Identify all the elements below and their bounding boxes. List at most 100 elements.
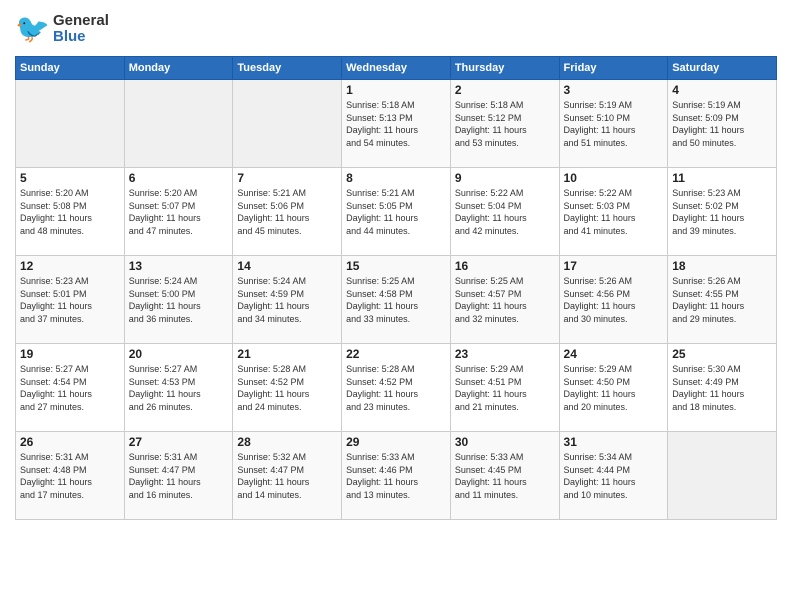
day-number: 2	[455, 83, 555, 97]
day-number: 19	[20, 347, 120, 361]
day-number: 18	[672, 259, 772, 273]
calendar-cell: 15 Sunrise: 5:25 AM Sunset: 4:58 PM Dayli…	[342, 256, 451, 344]
day-number: 16	[455, 259, 555, 273]
day-info: Sunrise: 5:25 AM Sunset: 4:57 PM Dayligh…	[455, 275, 555, 325]
calendar-cell: 11Sunrise: 5:23 AM Sunset: 5:02 PM Dayli…	[668, 168, 777, 256]
day-number: 8	[346, 171, 446, 185]
day-number: 12	[20, 259, 120, 273]
day-info: Sunrise: 5:23 AM Sunset: 5:01 PM Dayligh…	[20, 275, 120, 325]
calendar-cell: 1 Sunrise: 5:18 AM Sunset: 5:13 PM Daylig…	[342, 80, 451, 168]
calendar-cell	[124, 80, 233, 168]
day-number: 4	[672, 83, 772, 97]
day-number: 27	[129, 435, 229, 449]
calendar-cell: 5 Sunrise: 5:20 AM Sunset: 5:08 PM Daylig…	[16, 168, 125, 256]
calendar-cell: 28 Sunrise: 5:32 AM Sunset: 4:47 PM Dayli…	[233, 432, 342, 520]
day-number: 14	[237, 259, 337, 273]
day-info: Sunrise: 5:32 AM Sunset: 4:47 PM Dayligh…	[237, 451, 337, 501]
calendar-cell	[668, 432, 777, 520]
week-row-4: 19Sunrise: 5:27 AM Sunset: 4:54 PM Dayli…	[16, 344, 777, 432]
logo: 🐦 General Blue	[15, 10, 109, 48]
day-number: 21	[237, 347, 337, 361]
day-info: Sunrise: 5:25 AM Sunset: 4:58 PM Dayligh…	[346, 275, 446, 325]
calendar-table: SundayMondayTuesdayWednesdayThursdayFrid…	[15, 56, 777, 520]
day-number: 24	[564, 347, 664, 361]
calendar-body: 1 Sunrise: 5:18 AM Sunset: 5:13 PM Daylig…	[16, 80, 777, 520]
calendar-cell: 26 Sunrise: 5:31 AM Sunset: 4:48 PM Dayli…	[16, 432, 125, 520]
day-info: Sunrise: 5:33 AM Sunset: 4:46 PM Dayligh…	[346, 451, 446, 501]
calendar-header: SundayMondayTuesdayWednesdayThursdayFrid…	[16, 57, 777, 80]
calendar-cell: 9 Sunrise: 5:22 AM Sunset: 5:04 PM Daylig…	[450, 168, 559, 256]
day-info: Sunrise: 5:22 AM Sunset: 5:03 PM Dayligh…	[564, 187, 664, 237]
calendar-cell: 17 Sunrise: 5:26 AM Sunset: 4:56 PM Dayli…	[559, 256, 668, 344]
day-info: Sunrise: 5:20 AM Sunset: 5:07 PM Dayligh…	[129, 187, 229, 237]
calendar-cell: 6 Sunrise: 5:20 AM Sunset: 5:07 PM Daylig…	[124, 168, 233, 256]
calendar-cell: 7 Sunrise: 5:21 AM Sunset: 5:06 PM Daylig…	[233, 168, 342, 256]
day-info: Sunrise: 5:18 AM Sunset: 5:13 PM Dayligh…	[346, 99, 446, 149]
day-number: 17	[564, 259, 664, 273]
day-number: 25	[672, 347, 772, 361]
header-day-wednesday: Wednesday	[342, 57, 451, 80]
svg-text:🐦: 🐦	[15, 13, 50, 44]
day-number: 23	[455, 347, 555, 361]
day-info: Sunrise: 5:22 AM Sunset: 5:04 PM Dayligh…	[455, 187, 555, 237]
day-info: Sunrise: 5:19 AM Sunset: 5:10 PM Dayligh…	[564, 99, 664, 149]
day-info: Sunrise: 5:24 AM Sunset: 5:00 PM Dayligh…	[129, 275, 229, 325]
calendar-cell	[233, 80, 342, 168]
calendar-cell: 23 Sunrise: 5:29 AM Sunset: 4:51 PM Dayli…	[450, 344, 559, 432]
calendar-cell	[16, 80, 125, 168]
header-day-thursday: Thursday	[450, 57, 559, 80]
day-number: 22	[346, 347, 446, 361]
day-number: 13	[129, 259, 229, 273]
day-number: 11	[672, 171, 772, 185]
calendar-cell: 8Sunrise: 5:21 AM Sunset: 5:05 PM Daylig…	[342, 168, 451, 256]
day-number: 9	[455, 171, 555, 185]
day-info: Sunrise: 5:31 AM Sunset: 4:47 PM Dayligh…	[129, 451, 229, 501]
day-number: 1	[346, 83, 446, 97]
calendar-cell: 18 Sunrise: 5:26 AM Sunset: 4:55 PM Dayli…	[668, 256, 777, 344]
calendar-cell: 24 Sunrise: 5:29 AM Sunset: 4:50 PM Dayli…	[559, 344, 668, 432]
day-info: Sunrise: 5:26 AM Sunset: 4:56 PM Dayligh…	[564, 275, 664, 325]
calendar-cell: 29Sunrise: 5:33 AM Sunset: 4:46 PM Dayli…	[342, 432, 451, 520]
header: 🐦 General Blue	[15, 10, 777, 48]
day-number: 3	[564, 83, 664, 97]
day-number: 28	[237, 435, 337, 449]
day-info: Sunrise: 5:33 AM Sunset: 4:45 PM Dayligh…	[455, 451, 555, 501]
day-number: 26	[20, 435, 120, 449]
calendar-cell: 2 Sunrise: 5:18 AM Sunset: 5:12 PM Daylig…	[450, 80, 559, 168]
day-info: Sunrise: 5:21 AM Sunset: 5:06 PM Dayligh…	[237, 187, 337, 237]
logo-general: General	[53, 13, 109, 30]
day-number: 10	[564, 171, 664, 185]
day-number: 7	[237, 171, 337, 185]
day-number: 31	[564, 435, 664, 449]
day-info: Sunrise: 5:30 AM Sunset: 4:49 PM Dayligh…	[672, 363, 772, 413]
header-day-friday: Friday	[559, 57, 668, 80]
day-info: Sunrise: 5:29 AM Sunset: 4:51 PM Dayligh…	[455, 363, 555, 413]
day-info: Sunrise: 5:29 AM Sunset: 4:50 PM Dayligh…	[564, 363, 664, 413]
day-number: 6	[129, 171, 229, 185]
calendar-cell: 12 Sunrise: 5:23 AM Sunset: 5:01 PM Dayli…	[16, 256, 125, 344]
day-number: 20	[129, 347, 229, 361]
day-number: 5	[20, 171, 120, 185]
calendar-cell: 14 Sunrise: 5:24 AM Sunset: 4:59 PM Dayli…	[233, 256, 342, 344]
day-info: Sunrise: 5:34 AM Sunset: 4:44 PM Dayligh…	[564, 451, 664, 501]
calendar-cell: 30Sunrise: 5:33 AM Sunset: 4:45 PM Dayli…	[450, 432, 559, 520]
calendar-cell: 22Sunrise: 5:28 AM Sunset: 4:52 PM Dayli…	[342, 344, 451, 432]
calendar-cell: 20 Sunrise: 5:27 AM Sunset: 4:53 PM Dayli…	[124, 344, 233, 432]
header-day-monday: Monday	[124, 57, 233, 80]
calendar-cell: 31 Sunrise: 5:34 AM Sunset: 4:44 PM Dayli…	[559, 432, 668, 520]
day-info: Sunrise: 5:26 AM Sunset: 4:55 PM Dayligh…	[672, 275, 772, 325]
logo-blue: Blue	[53, 29, 109, 46]
day-info: Sunrise: 5:31 AM Sunset: 4:48 PM Dayligh…	[20, 451, 120, 501]
day-info: Sunrise: 5:20 AM Sunset: 5:08 PM Dayligh…	[20, 187, 120, 237]
day-info: Sunrise: 5:24 AM Sunset: 4:59 PM Dayligh…	[237, 275, 337, 325]
week-row-5: 26 Sunrise: 5:31 AM Sunset: 4:48 PM Dayli…	[16, 432, 777, 520]
day-info: Sunrise: 5:18 AM Sunset: 5:12 PM Dayligh…	[455, 99, 555, 149]
day-info: Sunrise: 5:27 AM Sunset: 4:53 PM Dayligh…	[129, 363, 229, 413]
day-number: 15	[346, 259, 446, 273]
header-day-sunday: Sunday	[16, 57, 125, 80]
calendar-cell: 21Sunrise: 5:28 AM Sunset: 4:52 PM Dayli…	[233, 344, 342, 432]
day-info: Sunrise: 5:19 AM Sunset: 5:09 PM Dayligh…	[672, 99, 772, 149]
calendar-cell: 4 Sunrise: 5:19 AM Sunset: 5:09 PM Daylig…	[668, 80, 777, 168]
calendar-cell: 27 Sunrise: 5:31 AM Sunset: 4:47 PM Dayli…	[124, 432, 233, 520]
week-row-3: 12 Sunrise: 5:23 AM Sunset: 5:01 PM Dayli…	[16, 256, 777, 344]
